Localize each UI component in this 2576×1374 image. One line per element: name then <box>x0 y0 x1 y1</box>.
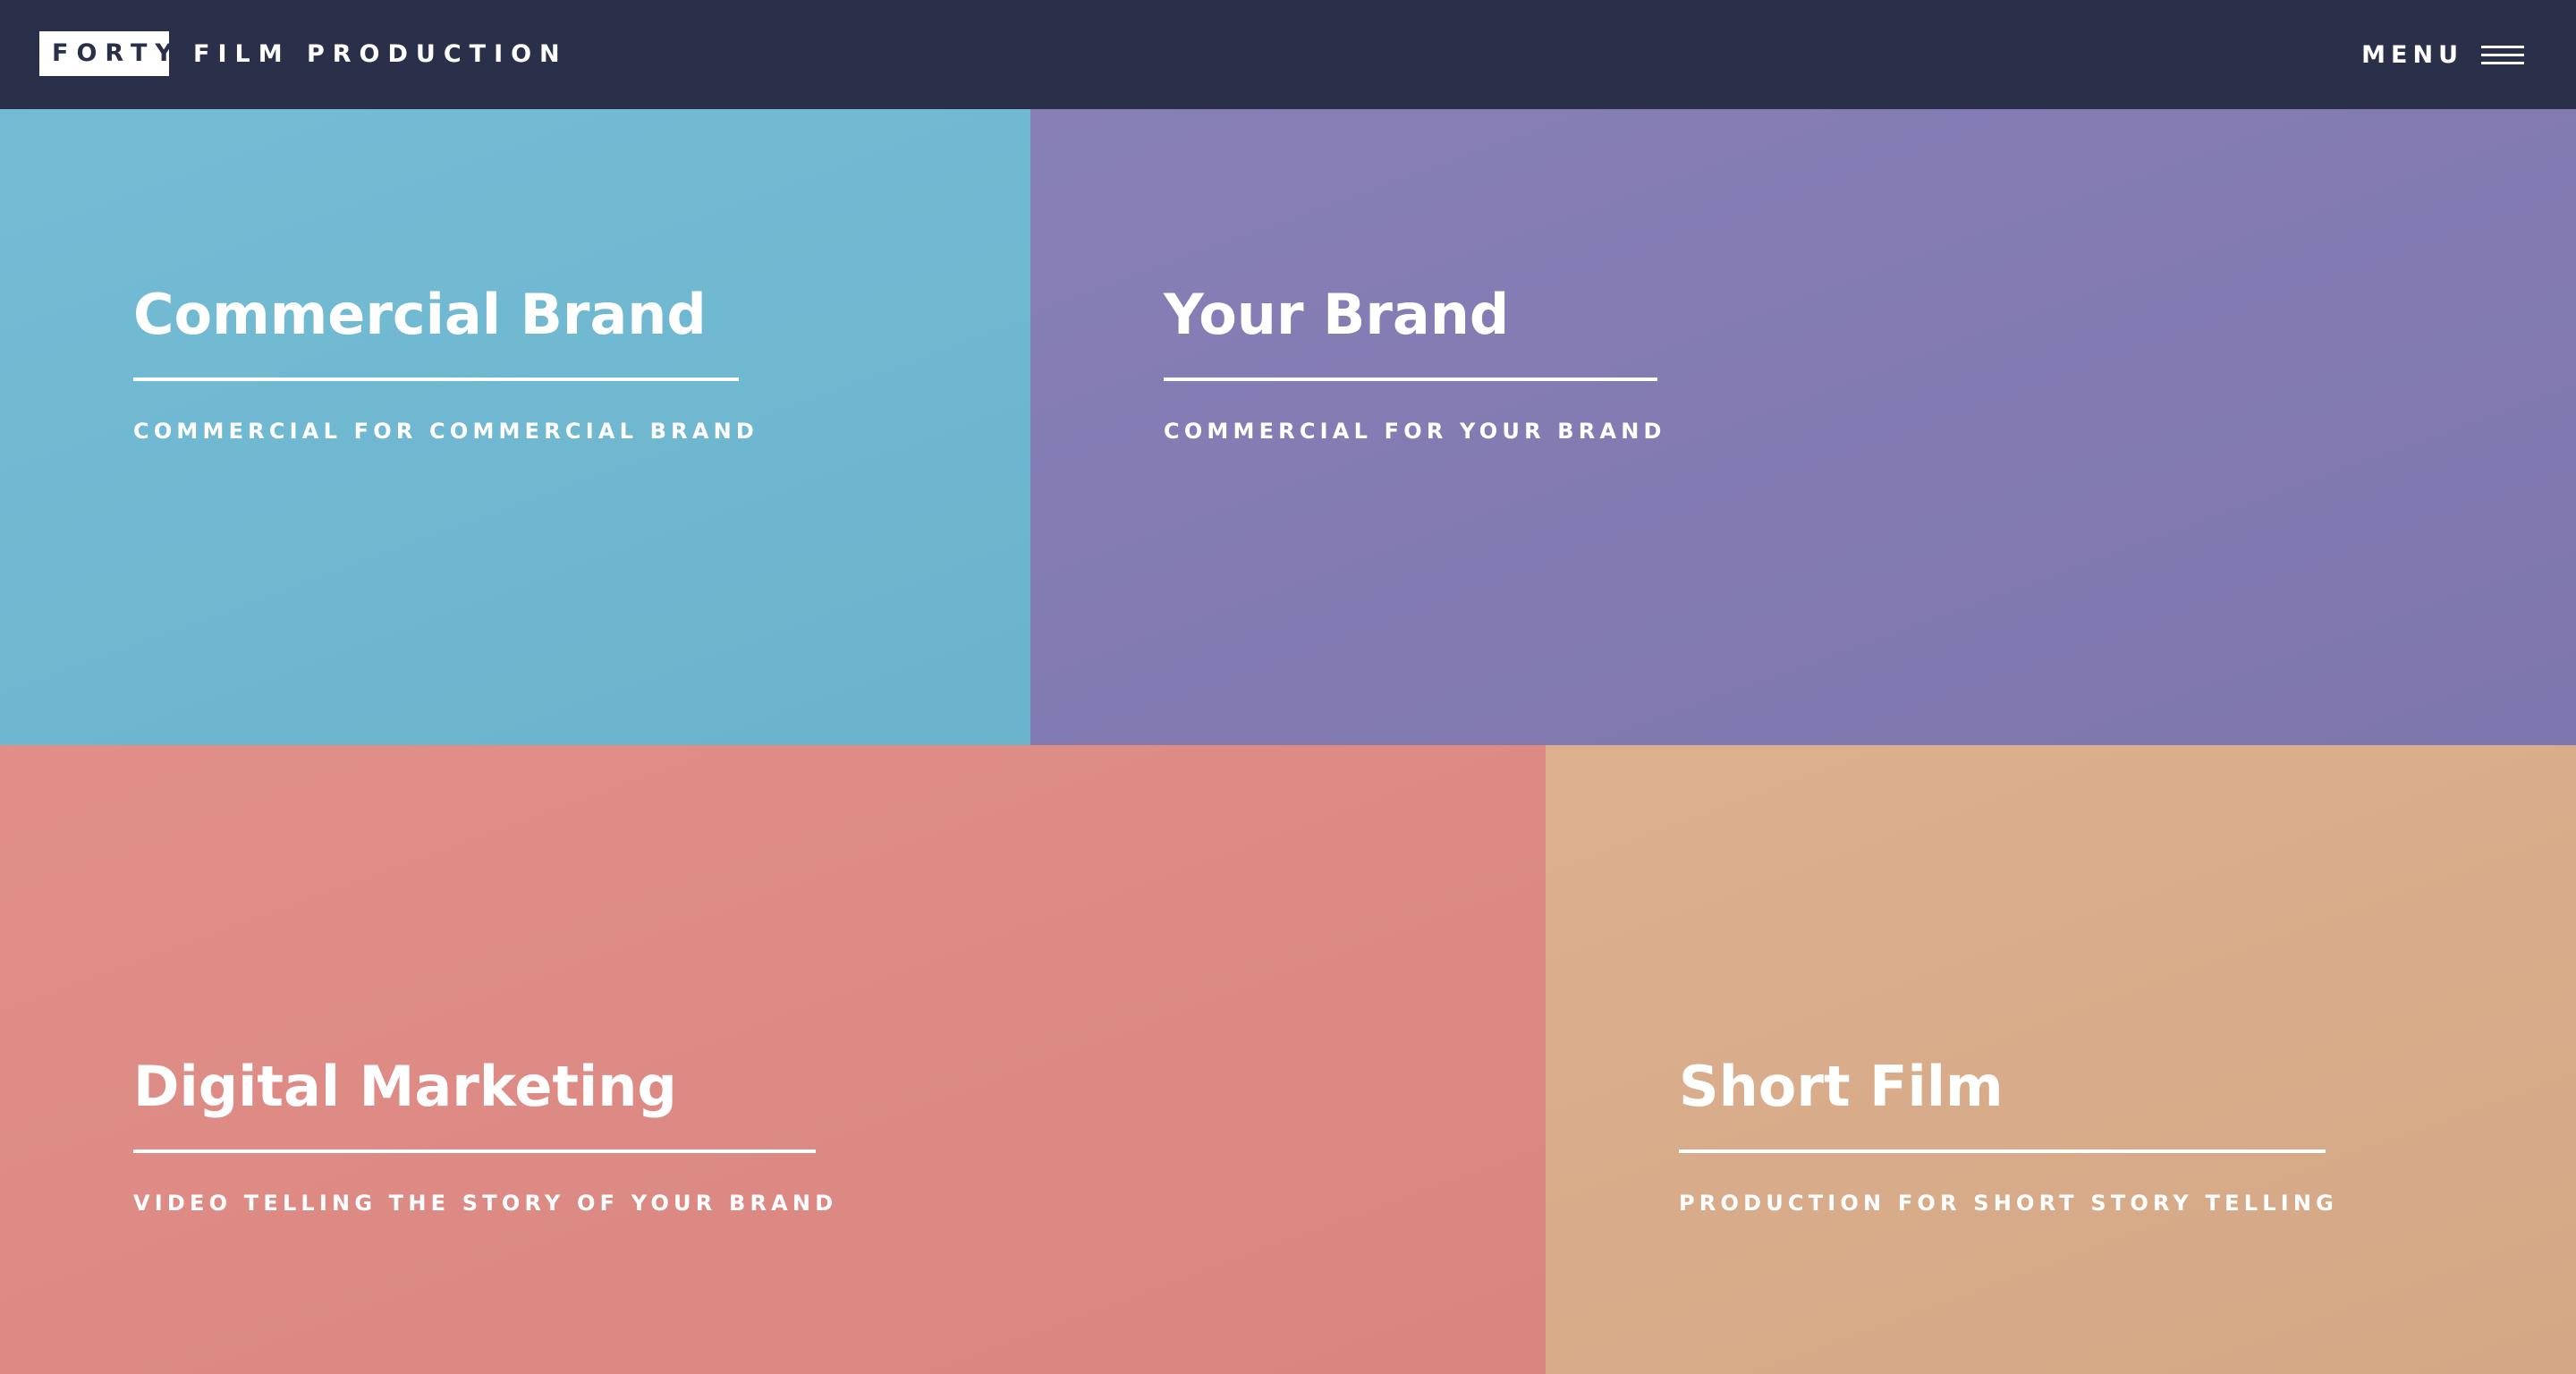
tile-subtitle: COMMERCIAL FOR YOUR BRAND <box>1164 419 1666 444</box>
logo-link[interactable]: FORTY FILM PRODUCTION <box>39 31 568 76</box>
tile-content: Commercial Brand COMMERCIAL FOR COMMERCI… <box>133 279 758 444</box>
tile-title: Your Brand <box>1164 282 1510 347</box>
tile-title: Digital Marketing <box>133 1054 677 1119</box>
menu-button[interactable]: MENU <box>2361 36 2524 73</box>
tile-divider <box>1679 1149 2326 1153</box>
tile-content: Digital Marketing VIDEO TELLING THE STOR… <box>133 1051 837 1216</box>
tile-divider <box>1164 377 1657 381</box>
tile-content: Your Brand COMMERCIAL FOR YOUR BRAND <box>1164 279 1666 444</box>
logo-text: FILM PRODUCTION <box>193 39 568 68</box>
tile-your-brand[interactable]: Your Brand COMMERCIAL FOR YOUR BRAND <box>1030 109 2576 745</box>
site-header: FORTY FILM PRODUCTION MENU <box>0 0 2576 109</box>
menu-label: MENU <box>2361 40 2463 69</box>
tile-subtitle: COMMERCIAL FOR COMMERCIAL BRAND <box>133 419 759 444</box>
tile-content: Short Film PRODUCTION FOR SHORT STORY TE… <box>1679 1051 2338 1216</box>
tile-divider <box>133 377 739 381</box>
tile-title: Commercial Brand <box>133 282 707 347</box>
tile-short-film[interactable]: Short Film PRODUCTION FOR SHORT STORY TE… <box>1546 745 2576 1374</box>
logo-box: FORTY <box>39 31 169 76</box>
tile-divider <box>133 1149 816 1153</box>
tile-commercial-brand[interactable]: Commercial Brand COMMERCIAL FOR COMMERCI… <box>0 109 1030 745</box>
tile-subtitle: VIDEO TELLING THE STORY OF YOUR BRAND <box>133 1191 838 1216</box>
tile-subtitle: PRODUCTION FOR SHORT STORY TELLING <box>1679 1191 2339 1216</box>
hamburger-icon <box>2481 44 2524 65</box>
tile-title: Short Film <box>1679 1054 2004 1119</box>
tile-digital-marketing[interactable]: Digital Marketing VIDEO TELLING THE STOR… <box>0 745 1546 1374</box>
